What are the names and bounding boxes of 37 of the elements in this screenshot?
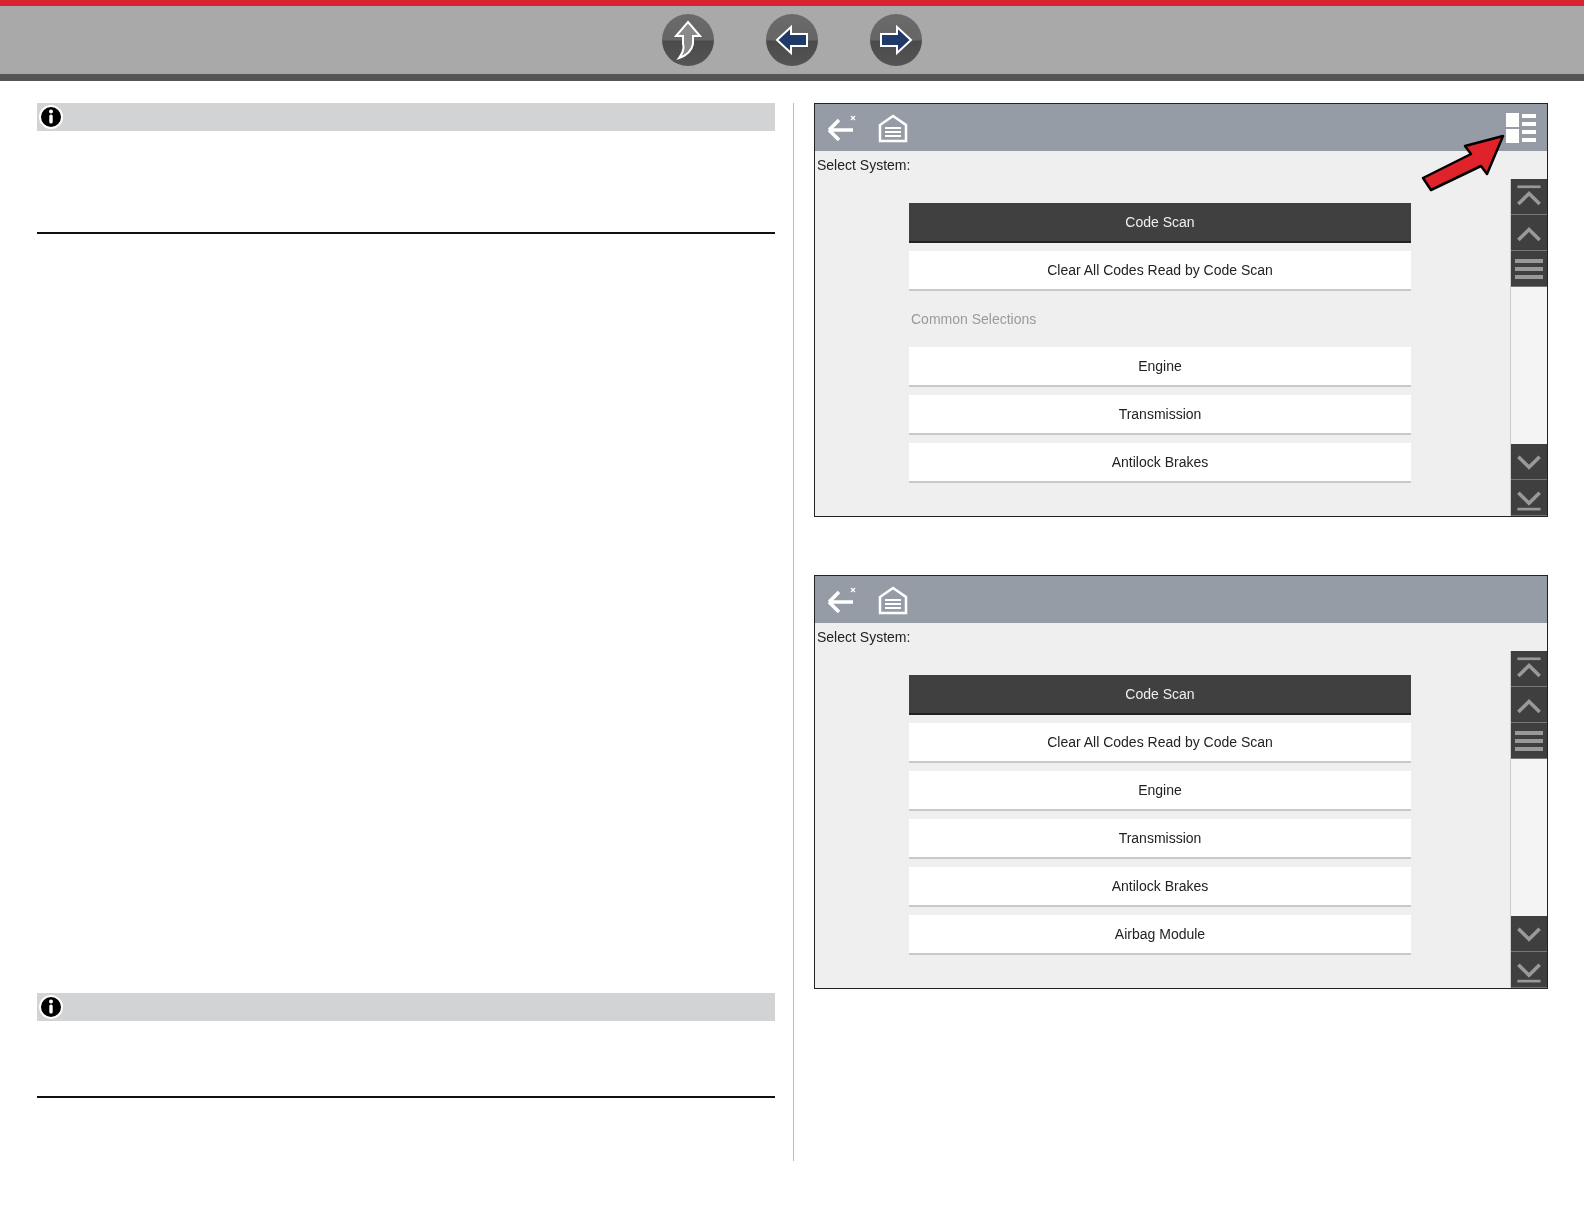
screen-title: Select System: bbox=[816, 156, 911, 175]
menu-option[interactable]: Engine bbox=[909, 771, 1411, 811]
menu-option[interactable]: Code Scan bbox=[909, 203, 1411, 243]
back-button[interactable] bbox=[766, 14, 818, 66]
menu-option[interactable]: Engine bbox=[909, 347, 1411, 387]
scroll-bottom-button[interactable] bbox=[1511, 952, 1547, 988]
scroll-up-button[interactable] bbox=[1511, 215, 1547, 251]
curved-up-arrow-icon bbox=[674, 20, 702, 60]
menu-option[interactable]: Antilock Brakes bbox=[909, 867, 1411, 907]
info-icon bbox=[39, 995, 63, 1019]
grip-icon bbox=[1514, 728, 1544, 753]
menu-option[interactable]: Airbag Module bbox=[909, 915, 1411, 955]
list-view-icon[interactable] bbox=[1505, 111, 1537, 144]
screen-title: Select System: bbox=[816, 628, 911, 647]
menu-option[interactable]: Clear All Codes Read by Code Scan bbox=[909, 251, 1411, 291]
garage-icon[interactable] bbox=[877, 584, 909, 615]
scroll-up-button[interactable] bbox=[1511, 687, 1547, 723]
menu-option[interactable]: Code Scan bbox=[909, 675, 1411, 715]
scroll-down-button[interactable] bbox=[1511, 444, 1547, 480]
scroll-handle[interactable] bbox=[1511, 251, 1547, 287]
info-icon bbox=[39, 105, 63, 129]
left-arrow-icon bbox=[775, 24, 809, 56]
scroll-top-button[interactable] bbox=[1511, 179, 1547, 215]
scroll-down-button[interactable] bbox=[1511, 916, 1547, 952]
scroll-handle[interactable] bbox=[1511, 723, 1547, 759]
menu-option[interactable]: Transmission bbox=[909, 819, 1411, 859]
grip-icon bbox=[1514, 256, 1544, 281]
up-button[interactable] bbox=[662, 14, 714, 66]
scroll-bottom-button[interactable] bbox=[1511, 480, 1547, 516]
scroll-top-button[interactable] bbox=[1511, 651, 1547, 687]
menu-option[interactable]: Transmission bbox=[909, 395, 1411, 435]
menu-option[interactable]: Clear All Codes Read by Code Scan bbox=[909, 723, 1411, 763]
garage-icon[interactable] bbox=[877, 112, 909, 143]
menu-option[interactable]: Antilock Brakes bbox=[909, 443, 1411, 483]
forward-button[interactable] bbox=[870, 14, 922, 66]
section-heading: Common Selections bbox=[910, 310, 1038, 329]
right-arrow-icon bbox=[879, 24, 913, 56]
